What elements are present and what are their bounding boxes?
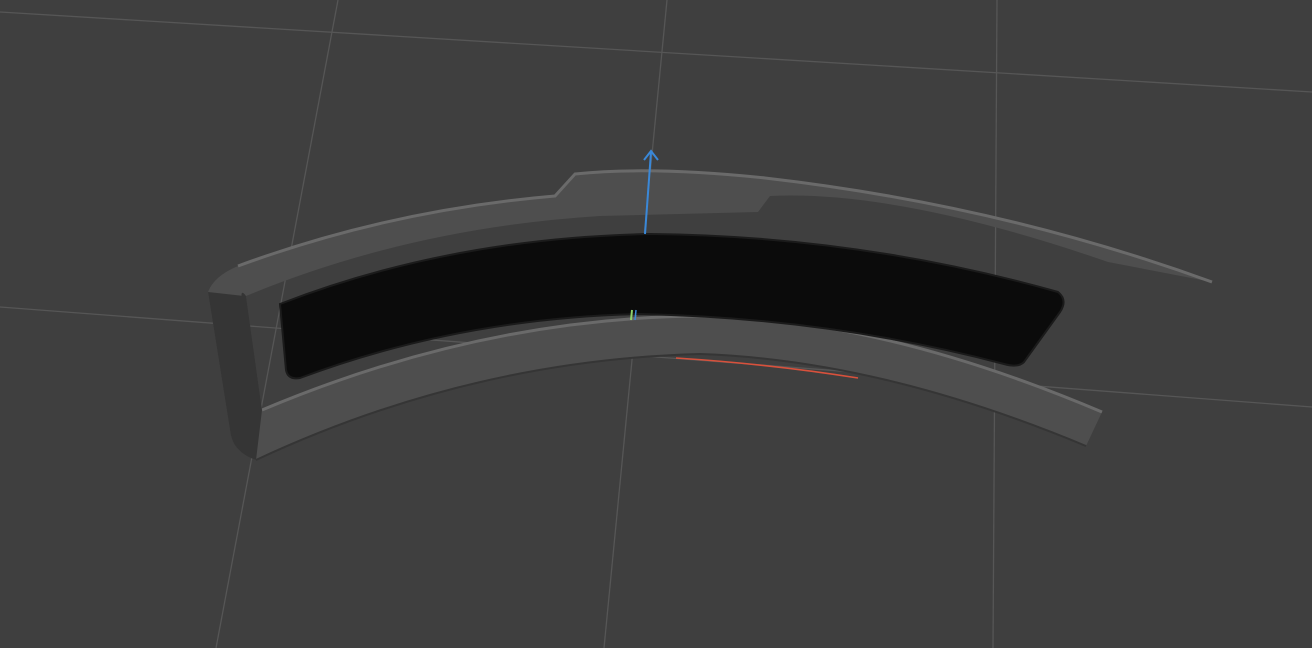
y-axis-line-icon[interactable] xyxy=(630,309,633,321)
3d-viewport[interactable] xyxy=(0,0,1312,648)
viewport-canvas[interactable] xyxy=(0,0,1312,648)
z-axis-stub-icon xyxy=(634,309,637,321)
